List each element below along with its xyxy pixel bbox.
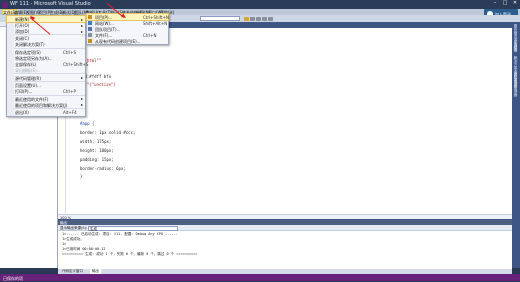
output-source-label: 显示输出来源(S): [60,226,88,230]
new-item-icon [88,21,92,25]
title-bar: WF 111 - Microsoft Visual Studio – □ ✕ [0,0,520,9]
configuration-dropdown[interactable] [200,16,240,21]
output-toolbar: 显示输出来源(S): 生成 [58,225,512,231]
submenu-arrow-icon: ▸ [80,102,83,108]
code-line: border-radius: 6px; [80,166,126,171]
solution-explorer-icon[interactable] [250,16,255,21]
new-item-icon [88,15,92,19]
code-line: height: 100px; [80,148,114,153]
menu-item-label: 打印(P)... [15,89,33,95]
menu-item-icon [8,103,12,107]
submenu-arrow-icon: ▸ [80,22,83,28]
submenu-arrow-icon: ▸ [80,75,83,81]
find-icon[interactable] [244,16,249,21]
submenu-arrow-icon: ▸ [80,28,83,34]
menu-item-shortcut: Alt+F4 [63,110,77,116]
file-menu-item-8: 导出模板(E)... [7,67,85,73]
file-menu-item-14[interactable]: 退出(X) Alt+F4 [7,110,85,116]
code-editor[interactable] [58,28,512,214]
output-panel: 输出 显示输出来源(S): 生成 1>------ 已启动生成: 项目: 111… [58,219,512,269]
new-item-icon [88,27,92,31]
output-line: ========== 生成: 成功 1 个，失败 0 个，最新 0 个，跳过 0… [62,252,198,256]
new-submenu: 项目(P)... Ctrl+Shift+N 网站(W)... Shift+Alt+N 团… [86,13,169,45]
menu-item-icon [8,23,12,27]
extension-icon[interactable] [268,16,273,21]
menu-item-icon [8,29,12,33]
code-line: #app { [80,121,95,126]
file-menu-item-13[interactable]: 最近使用的项目和解决方案(J) ▸ [7,102,85,108]
menu-item-label: 源代码管理(R) [15,75,41,81]
menu-item-label: 添加(D) [15,28,30,34]
menu-item-icon [8,68,12,72]
status-bar: 已保存的项 [0,274,520,281]
properties-icon[interactable] [256,16,261,21]
submenu-item-label: 从现有代码创建项目(E)... [95,38,141,44]
menu-item-icon [8,62,12,66]
menu-item-shortcut: Ctrl+P [63,89,76,95]
maximize-button[interactable]: □ [500,0,510,7]
menu-item-icon [8,37,12,41]
file-menu-item-9[interactable]: 源代码管理(R) ▸ [7,75,85,81]
new-item-icon [88,33,92,37]
menu-item-icon [8,56,12,60]
new-submenu-item-4[interactable]: 从现有代码创建项目(E)... [87,38,168,44]
visual-studio-logo-icon [2,1,8,8]
menu-item-icon [8,76,12,80]
new-item-icon [88,39,92,43]
menu-item-icon [8,97,12,101]
submenu-arrow-icon: ▸ [80,96,83,102]
menu-item-icon [8,83,12,87]
close-button[interactable]: ✕ [510,0,520,7]
submenu-arrow-icon: ▸ [80,16,83,22]
output-source-value: 生成 [90,226,97,231]
output-source-dropdown[interactable]: 生成 [88,225,178,231]
file-menu-item-4[interactable]: 关闭解决方案(T) [7,42,85,48]
menu-item-label: 导出模板(E)... [15,67,41,73]
menu-item-label: 退出(X) [15,110,29,116]
menu-item-label: 最近使用的项目和解决方案(J) [15,102,68,108]
menu-item-icon [8,17,12,21]
menu-item-icon [8,111,12,115]
menu-item-icon [8,43,12,47]
menu-item-label: 关闭解决方案(T) [15,42,45,48]
window-title: WF 111 - Microsoft Visual Studio [10,1,91,7]
right-tab-1[interactable]: 工具箱 [513,40,519,51]
toolbox-icon[interactable] [262,16,267,21]
menu-item-icon [8,89,12,93]
output-line: 1> [62,242,67,246]
code-line: width: 175px; [80,139,112,144]
minimize-button[interactable]: – [490,0,500,7]
code-line: padding: 15px; [80,157,114,162]
file-menu-item-11[interactable]: 打印(P)... Ctrl+P [7,88,85,94]
code-line: } [80,174,83,179]
menu-item-icon [8,50,12,54]
right-tab-3[interactable]: 团队资源管理器 [513,72,519,97]
code-line: border: 1px solid #ccc; [80,130,136,135]
